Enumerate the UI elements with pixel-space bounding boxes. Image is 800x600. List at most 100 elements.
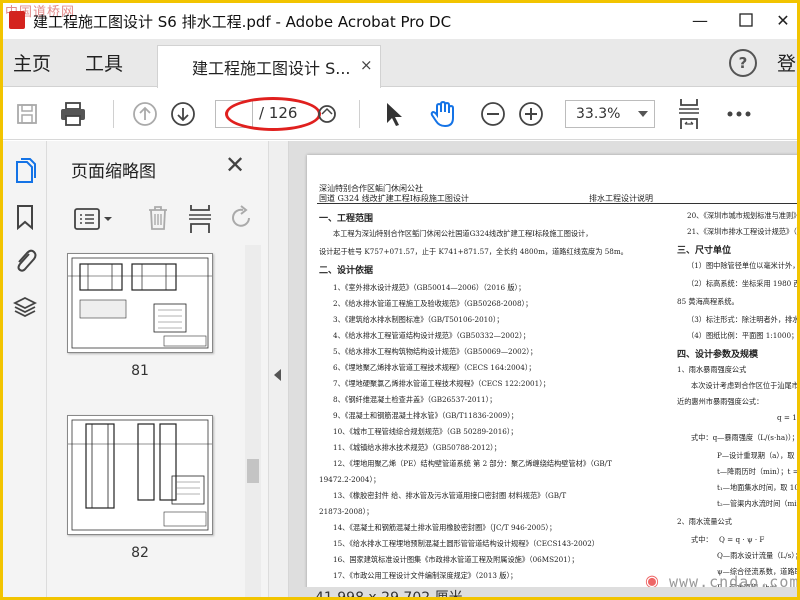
tab-tools[interactable]: 工具 — [85, 49, 123, 76]
tab-document[interactable]: 建工程施工图设计 S... × — [157, 45, 381, 88]
minimize-button[interactable]: — — [677, 7, 723, 33]
zoom-out-icon — [481, 102, 505, 126]
doc-line: 3、《建筑给水排水制图标准》（GB/T50106-2010）； — [333, 315, 504, 324]
delete-page-button[interactable] — [147, 205, 173, 233]
doc-line: （3）标注形式：除注明者外，排水管 — [687, 315, 797, 324]
doc-line: Q—雨水设计流量（L/s）； — [717, 551, 797, 560]
doc-line: 17、《市政公用工程设计文件编制深度规定》（2013 版）； — [333, 571, 518, 580]
doc-section-heading: 三、尺寸单位 — [677, 246, 732, 256]
layers-icon — [13, 296, 37, 318]
chevron-down-icon — [638, 111, 648, 117]
rotate-icon — [232, 205, 250, 227]
rotate-page-button[interactable] — [229, 205, 257, 233]
doc-line: 10、《城市工程管线综合规划规范》（GB 50289-2016）； — [333, 427, 518, 436]
save-button[interactable] — [11, 98, 43, 130]
print-button[interactable] — [57, 98, 89, 130]
previous-page-button[interactable] — [129, 98, 161, 130]
hand-tool-button[interactable] — [427, 98, 459, 130]
close-tab-button[interactable]: × — [360, 56, 373, 74]
doc-line: 式中：q—暴雨强度（L/(s·ha)）； — [691, 433, 797, 442]
attachments-button[interactable] — [11, 247, 39, 275]
zoom-value: 33.3% — [576, 106, 621, 122]
page-extract-icon — [189, 205, 211, 233]
doc-line: 1、雨水暴雨强度公式 — [677, 365, 747, 374]
doc-line: 85 黄海高程系统。 — [677, 297, 739, 306]
maximize-icon — [739, 13, 753, 27]
zoom-in-icon — [519, 102, 543, 126]
status-bar: 41.998 x 29.702 厘米 — [289, 587, 797, 597]
trash-icon — [149, 206, 167, 230]
extract-page-button[interactable] — [187, 203, 213, 235]
doc-line: 7、《埋地硬聚氯乙烯排水管道工程技术规程》（CECS 122:2001）； — [333, 379, 550, 388]
doc-section-heading: 一、工程范围 — [319, 214, 374, 224]
left-rail — [3, 141, 47, 597]
more-tools-button[interactable] — [723, 98, 755, 130]
collapse-panel-button[interactable] — [269, 141, 289, 597]
fit-page-button[interactable] — [673, 98, 705, 130]
page-thumbnails-button[interactable] — [11, 157, 39, 185]
doc-line: 13、《橡胶密封件 给、排水管及污水管道用接口密封圈 材料规范》（GB/T — [333, 491, 567, 500]
zoom-out-button[interactable] — [477, 98, 509, 130]
bookmarks-button[interactable] — [11, 203, 39, 231]
zoom-in-button[interactable] — [515, 98, 547, 130]
doc-line: 5、《给水排水工程构筑物结构设计规范》（GB50069—2002）； — [333, 347, 538, 356]
scrollbar-thumb[interactable] — [247, 459, 259, 483]
doc-line: 8、《钢纤维混凝土检查井盖》（GB26537-2011）； — [333, 395, 497, 404]
layers-button[interactable] — [11, 293, 39, 321]
thumbnail-page-number: 81 — [131, 363, 149, 379]
thumbnail-page-81[interactable] — [67, 253, 213, 353]
panel-toolbar — [47, 199, 269, 243]
arrow-down-icon — [171, 102, 195, 126]
more-icon — [727, 111, 751, 117]
document-viewer[interactable]: 深汕特别合作区鲘门休闲公社 国道 G324 线改扩建工程Ⅰ标段施工图设计 排水工… — [289, 141, 797, 597]
sign-in-button[interactable]: 登 — [777, 49, 796, 76]
panel-title: 页面缩略图 — [71, 162, 156, 182]
doc-line: 本工程为深汕特别合作区鲘门休闲公社国道G324线改扩建工程Ⅰ标段施工图设计， — [333, 229, 593, 238]
toolbar-separator — [359, 100, 360, 128]
find-button[interactable] — [311, 98, 343, 130]
bookmark-icon — [17, 205, 33, 230]
doc-line: 2、雨水流量公式 — [677, 517, 732, 526]
doc-line: 1、《室外排水设计规范》（GB50014—2006）（2016 版）； — [333, 283, 526, 292]
doc-line: t—降雨历时（min）；t = t₁ + t₂ — [717, 467, 797, 476]
paperclip-icon — [17, 249, 37, 272]
select-tool-button[interactable] — [377, 98, 409, 130]
doc-line: t₁—地面集水时间，取 10min； — [717, 483, 797, 492]
doc-line: （2）标高系统：坐标采用 1980 西安 — [687, 279, 797, 288]
page-thumbnails-panel: 页面缩略图 ✕ 81 82 — [47, 141, 269, 597]
doc-line: 19472.2-2004）； — [319, 475, 381, 484]
pages-icon — [16, 158, 36, 183]
doc-line: 4、《给水排水工程管道结构设计规范》（GB50332—2002）； — [333, 331, 530, 340]
options-menu-button[interactable] — [73, 205, 113, 233]
pdf-page: 深汕特别合作区鲘门休闲公社 国道 G324 线改扩建工程Ⅰ标段施工图设计 排水工… — [307, 155, 797, 597]
doc-line: t₂—管渠内水流时间（min）。 — [717, 499, 797, 508]
close-window-button[interactable]: ✕ — [769, 7, 797, 33]
doc-line: 本次设计考虑到合作区位于汕尾市四 — [691, 381, 797, 390]
page-nav-icon — [318, 105, 336, 123]
doc-line: （1）图中除管径单位以毫米计外，其 — [687, 261, 797, 270]
page-dimensions: 41.998 x 29.702 厘米 — [315, 587, 463, 597]
doc-line: 12、《埋地用聚乙烯（PE）结构壁管道系统 第 2 部分：聚乙烯缠绕结构壁管材》… — [333, 459, 612, 468]
close-panel-button[interactable]: ✕ — [225, 151, 245, 179]
thumbnail-page-82[interactable] — [67, 415, 213, 535]
doc-line: 21873-2008）； — [319, 507, 374, 516]
header-rule — [317, 203, 797, 204]
save-icon — [17, 104, 37, 124]
drawing-preview — [68, 419, 212, 531]
doc-line: 11、《城镇给水排水技术规范》（GB50788-2012）； — [333, 443, 501, 452]
hand-icon — [430, 100, 454, 128]
tab-home[interactable]: 主页 — [13, 49, 51, 76]
cursor-icon — [387, 103, 402, 126]
toolbar-separator — [113, 100, 114, 128]
zoom-select[interactable]: 33.3% — [565, 100, 655, 128]
doc-line: 9、《混凝土和钢筋混凝土排水管》（GB/T11836-2009）； — [333, 411, 518, 420]
thumbnail-page-number: 82 — [131, 545, 149, 561]
thumbnail-list: 81 82 — [47, 245, 269, 597]
help-button[interactable]: ? — [729, 49, 757, 77]
next-page-button[interactable] — [167, 98, 199, 130]
chevron-left-icon — [274, 369, 281, 381]
doc-line: 6、《埋地聚乙烯排水管道工程技术规程》（CECS 164:2004）； — [333, 363, 536, 372]
thumbnail-scrollbar[interactable] — [245, 245, 261, 597]
maximize-button[interactable] — [723, 7, 769, 33]
doc-line: 2、《给水排水管道工程施工及验收规范》（GB50268-2008）； — [333, 299, 533, 308]
